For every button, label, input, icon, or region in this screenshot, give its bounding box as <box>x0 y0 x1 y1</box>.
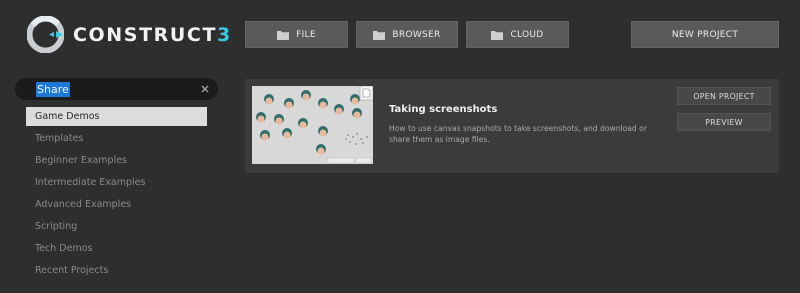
category-advanced-examples[interactable]: Advanced Examples <box>26 195 207 214</box>
brand-name-text: CONSTRUCT <box>73 23 218 46</box>
close-icon[interactable] <box>199 81 211 97</box>
category-list: Game Demos Templates Beginner Examples I… <box>26 107 207 283</box>
screenshot-thumbnail[interactable] <box>252 86 373 164</box>
browser-button-label: BROWSER <box>392 29 441 40</box>
search-input[interactable]: Share <box>36 82 70 97</box>
open-project-button-label: OPEN PROJECT <box>693 91 755 101</box>
folder-icon <box>277 30 290 40</box>
open-project-button[interactable]: OPEN PROJECT <box>677 87 771 105</box>
file-button-label: FILE <box>296 29 316 40</box>
search-result-card: Taking screenshots How to use canvas sna… <box>245 79 779 173</box>
cloud-button[interactable]: CLOUD <box>466 21 569 48</box>
result-description: How to use canvas snapshots to take scre… <box>389 124 647 144</box>
category-recent-projects[interactable]: Recent Projects <box>26 261 207 280</box>
brand-name-number: 3 <box>217 23 232 46</box>
brand-name: CONSTRUCT3 <box>73 24 232 46</box>
search-box[interactable]: Share <box>15 78 218 100</box>
preview-button[interactable]: PREVIEW <box>677 113 771 131</box>
category-scripting[interactable]: Scripting <box>26 217 207 236</box>
category-tech-demos[interactable]: Tech Demos <box>26 239 207 258</box>
category-game-demos[interactable]: Game Demos <box>26 107 207 126</box>
cloud-button-label: CLOUD <box>510 29 544 40</box>
folder-icon <box>373 30 386 40</box>
construct-logo-icon <box>27 16 64 53</box>
category-intermediate-examples[interactable]: Intermediate Examples <box>26 173 207 192</box>
new-project-button-label: NEW PROJECT <box>671 29 739 40</box>
file-button[interactable]: FILE <box>245 21 348 48</box>
folder-icon <box>491 30 504 40</box>
preview-button-label: PREVIEW <box>705 117 743 127</box>
result-title: Taking screenshots <box>389 104 498 115</box>
category-beginner-examples[interactable]: Beginner Examples <box>26 151 207 170</box>
new-project-button[interactable]: NEW PROJECT <box>631 21 779 48</box>
browser-button[interactable]: BROWSER <box>356 21 458 48</box>
construct-logo: CONSTRUCT3 <box>27 16 232 53</box>
category-templates[interactable]: Templates <box>26 129 207 148</box>
